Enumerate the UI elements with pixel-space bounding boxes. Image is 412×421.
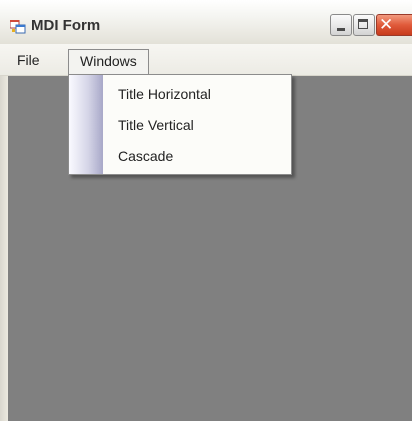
menu-bar: File Windows (0, 44, 412, 78)
maximize-icon (358, 19, 368, 29)
menu-item-title-vertical[interactable]: Title Vertical (118, 114, 194, 136)
minimize-icon (337, 28, 345, 31)
window-title: MDI Form (31, 17, 101, 34)
mdi-form-window: MDI Form ✕ File Windows Title Horizontal… (0, 0, 412, 421)
close-icon: ✕ (379, 15, 394, 35)
menu-item-title-horizontal[interactable]: Title Horizontal (118, 83, 211, 105)
close-button[interactable]: ✕ (376, 14, 412, 36)
menu-file[interactable]: File (17, 49, 40, 71)
mdi-form-app-icon (10, 20, 26, 34)
menu-item-cascade[interactable]: Cascade (118, 145, 173, 167)
menu-image-margin (69, 75, 103, 174)
minimize-button[interactable] (330, 14, 352, 36)
windows-menu-dropdown: Title Horizontal Title Vertical Cascade (68, 74, 292, 175)
title-bar[interactable]: MDI Form ✕ (0, 0, 412, 44)
maximize-button[interactable] (353, 14, 375, 36)
window-frame-left (0, 44, 8, 421)
